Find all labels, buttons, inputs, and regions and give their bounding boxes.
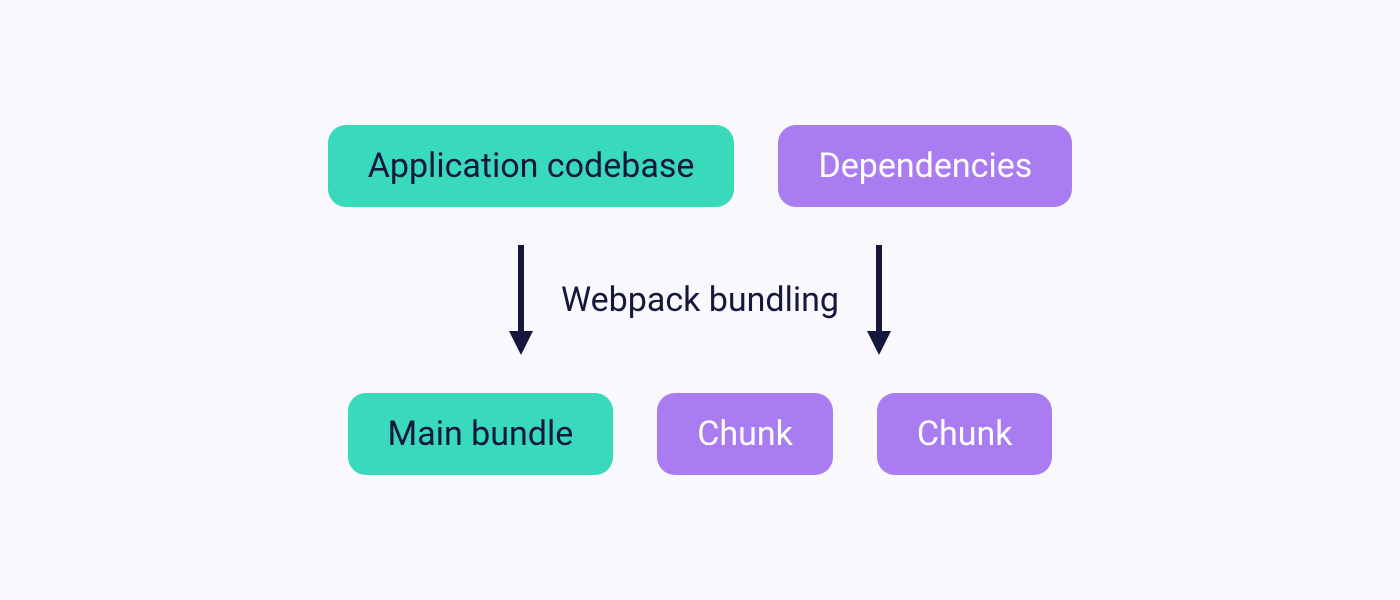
webpack-bundling-diagram: Application codebase Dependencies Webpac… (328, 125, 1073, 475)
process-label: Webpack bundling (561, 280, 839, 320)
main-bundle-box: Main bundle (348, 393, 614, 475)
dependencies-box: Dependencies (778, 125, 1072, 207)
sources-row: Application codebase Dependencies (328, 125, 1073, 207)
arrow-down-icon (507, 245, 535, 355)
chunk-box: Chunk (877, 393, 1053, 475)
chunk-box: Chunk (657, 393, 833, 475)
application-codebase-box: Application codebase (328, 125, 735, 207)
process-row: Webpack bundling (507, 245, 893, 355)
arrow-down-icon (865, 245, 893, 355)
outputs-row: Main bundle Chunk Chunk (348, 393, 1053, 475)
